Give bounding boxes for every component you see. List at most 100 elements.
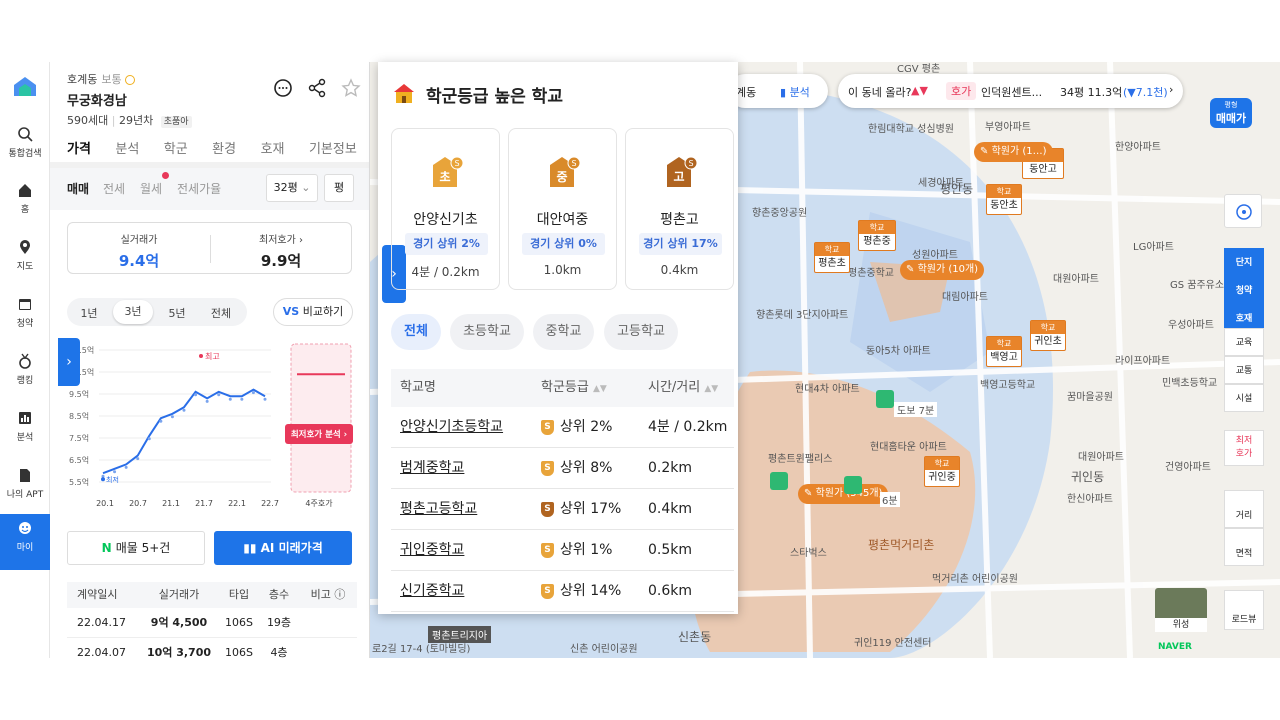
period-1y[interactable]: 1년 [69, 305, 109, 321]
nav-home[interactable]: 홈 [0, 176, 50, 232]
tab-school[interactable]: 학군 [164, 138, 212, 165]
school-name[interactable]: 평촌고등학교 [391, 489, 531, 529]
y-tick-label: 8.5억 [69, 411, 89, 421]
school-name-link[interactable]: 귀인중학교 [400, 542, 464, 558]
school-name[interactable]: 신기중학교 [391, 571, 531, 611]
nav-my[interactable]: 마이 [0, 514, 50, 570]
tab-environment[interactable]: 환경 [212, 138, 260, 165]
table-row[interactable]: 신기중학교 S 상위 14% 0.6km [391, 571, 734, 612]
segment-analysis[interactable]: ▮ 분석 [780, 84, 810, 100]
school-card[interactable]: S중 대안여중 경기 상위 0% 1.0km [508, 128, 617, 290]
school-pin[interactable]: 학교 백영고 [986, 336, 1022, 367]
academy-cluster[interactable]: ✎ 학원가 (1…) [974, 142, 1053, 162]
nav-my-apt[interactable]: 나의 APT [0, 461, 50, 517]
school-card[interactable]: S초 안양신기초 경기 상위 2% 4분 / 0.2km [391, 128, 500, 290]
size-select[interactable]: 32평 ⌄ [266, 174, 318, 202]
table-row[interactable]: 범계중학교 S 상위 8% 0.2km [391, 448, 734, 489]
table-row[interactable]: 22.04.07 10억 3,700 106S 4층 [67, 638, 357, 658]
school-name-link[interactable]: 평촌고등학교 [400, 501, 477, 517]
subtab-monthly[interactable]: 월세 [140, 180, 162, 197]
tab-analysis[interactable]: 분석 [115, 138, 163, 165]
listings-button[interactable]: N 매물 5+건 [67, 531, 205, 565]
lowest-ask-button-label: 최저호가 분석 › [291, 429, 347, 440]
layer-education[interactable]: 교육 [1224, 328, 1264, 356]
school-pin[interactable]: 학교 평촌중 [858, 220, 896, 251]
tab-price[interactable]: 가격 [67, 138, 116, 165]
chip-high[interactable]: 고등학교 [604, 314, 678, 350]
store-icon[interactable] [770, 472, 788, 490]
nav-ranking[interactable]: 랭킹 [0, 347, 50, 403]
new-dot-icon [162, 172, 169, 179]
distance-tool[interactable]: 거리 [1224, 490, 1264, 528]
layer-subscription[interactable]: 청약 [1224, 276, 1264, 304]
school-pin[interactable]: 학교 동안초 [986, 184, 1022, 215]
gps-button[interactable] [1224, 194, 1262, 228]
store-icon[interactable] [844, 476, 862, 494]
map-segment[interactable]: 계동 ▮ 분석 [728, 74, 828, 108]
table-row[interactable]: 귀인중학교 S 상위 1% 0.5km [391, 530, 734, 571]
y-tick-label: 6.5억 [69, 455, 89, 465]
map-label: 귀인동 [1071, 470, 1105, 484]
nav-analysis[interactable]: 분석 [0, 404, 50, 460]
area-tool[interactable]: 면적 [1224, 528, 1264, 566]
layer-facility[interactable]: 시설 [1224, 384, 1264, 412]
x-tick-label: 20.7 [129, 499, 147, 508]
subtab-sale[interactable]: 매매 [67, 180, 89, 197]
layer-complex[interactable]: 단지 [1224, 248, 1264, 276]
table-row[interactable]: 22.04.17 9억 4,500 106S 19층 [67, 608, 357, 638]
subtab-jeonse-ratio[interactable]: 전세가율 [177, 180, 221, 197]
unit-toggle[interactable]: 평 [324, 174, 354, 202]
bar-chart-icon [19, 412, 31, 424]
card-distance: 1.0km [543, 263, 582, 277]
layer-transit[interactable]: 교통 [1224, 356, 1264, 384]
ai-forecast-button[interactable]: ▮▮ AI 미래가격 [214, 531, 352, 565]
table-row[interactable]: 안양신기초등학교 S 상위 2% 4분 / 0.2km [391, 407, 734, 448]
lowest-ask[interactable]: 최저호가 › 9.9억 [210, 231, 352, 271]
table-row[interactable]: 평촌고등학교 S 상위 17% 0.4km [391, 489, 734, 530]
data-point [124, 465, 128, 469]
satellite-toggle[interactable]: 위성 [1155, 588, 1207, 632]
lowest-ask-toggle[interactable]: 최저 호가 [1224, 430, 1264, 466]
nav-search[interactable]: 통합검색 [0, 120, 50, 176]
school-name-link[interactable]: 신기중학교 [400, 583, 464, 599]
help-icon[interactable]: ⓘ [334, 588, 345, 601]
col-distance[interactable]: 시간/거리 ▲▼ [635, 369, 734, 407]
chip-elementary[interactable]: 초등학교 [450, 314, 524, 350]
school-name[interactable]: 범계중학교 [391, 448, 531, 488]
map-label: GS 꿈주유소 [1170, 280, 1225, 291]
school-name[interactable]: 귀인중학교 [391, 530, 531, 570]
price-type-badge[interactable]: 평형 매매가 [1210, 98, 1252, 128]
hot-listing-banner[interactable]: 이 동네 올라? ▲▼ 호가 인덕원센트... 34평 11.3억 (▼7.1천… [838, 74, 1183, 108]
school-pin[interactable]: 학교 귀인초 [1030, 320, 1066, 351]
chat-icon[interactable] [273, 78, 293, 98]
school-name[interactable]: 안양신기초등학교 [391, 407, 531, 447]
star-icon[interactable] [341, 78, 361, 98]
chip-middle[interactable]: 중학교 [533, 314, 594, 350]
period-all[interactable]: 전체 [201, 305, 241, 321]
school-pin[interactable]: 학교 귀인중 [924, 456, 960, 487]
tab-basic-info[interactable]: 기본정보 [309, 138, 367, 165]
academy-cluster[interactable]: ✎ 학원가 (10개) [900, 260, 985, 280]
lowest-ask-label-text: 최저호가 [259, 235, 296, 246]
school-name-link[interactable]: 범계중학교 [400, 460, 464, 476]
subtab-jeonse[interactable]: 전세 [103, 180, 125, 197]
period-5y[interactable]: 5년 [157, 305, 197, 321]
share-icon[interactable] [307, 78, 327, 98]
chip-all[interactable]: 전체 [391, 314, 441, 350]
school-card[interactable]: S고 평촌고 경기 상위 17% 0.4km [625, 128, 734, 290]
banner-tag: 호가 [946, 82, 977, 100]
school-name-link[interactable]: 안양신기초등학교 [400, 419, 503, 435]
compare-button[interactable]: VS 비교하기 [273, 298, 353, 326]
col-grade[interactable]: 학군등급 ▲▼ [531, 369, 635, 407]
map-label: 건영아파트 [1165, 462, 1211, 473]
period-3y[interactable]: 3년 [113, 300, 153, 324]
nav-subscription[interactable]: 청약 [0, 290, 50, 346]
segment-left[interactable]: 계동 [736, 84, 756, 100]
expand-arrow-button[interactable]: › [58, 338, 80, 386]
school-pin[interactable]: 학교 평촌초 [814, 242, 850, 273]
nav-map[interactable]: 지도 [0, 233, 50, 289]
tab-development[interactable]: 호재 [261, 138, 309, 165]
popup-title: 학군등급 높은 학교 [426, 87, 563, 107]
roadview-toggle[interactable]: 로드뷰 [1224, 590, 1264, 630]
store-icon[interactable] [876, 390, 894, 408]
